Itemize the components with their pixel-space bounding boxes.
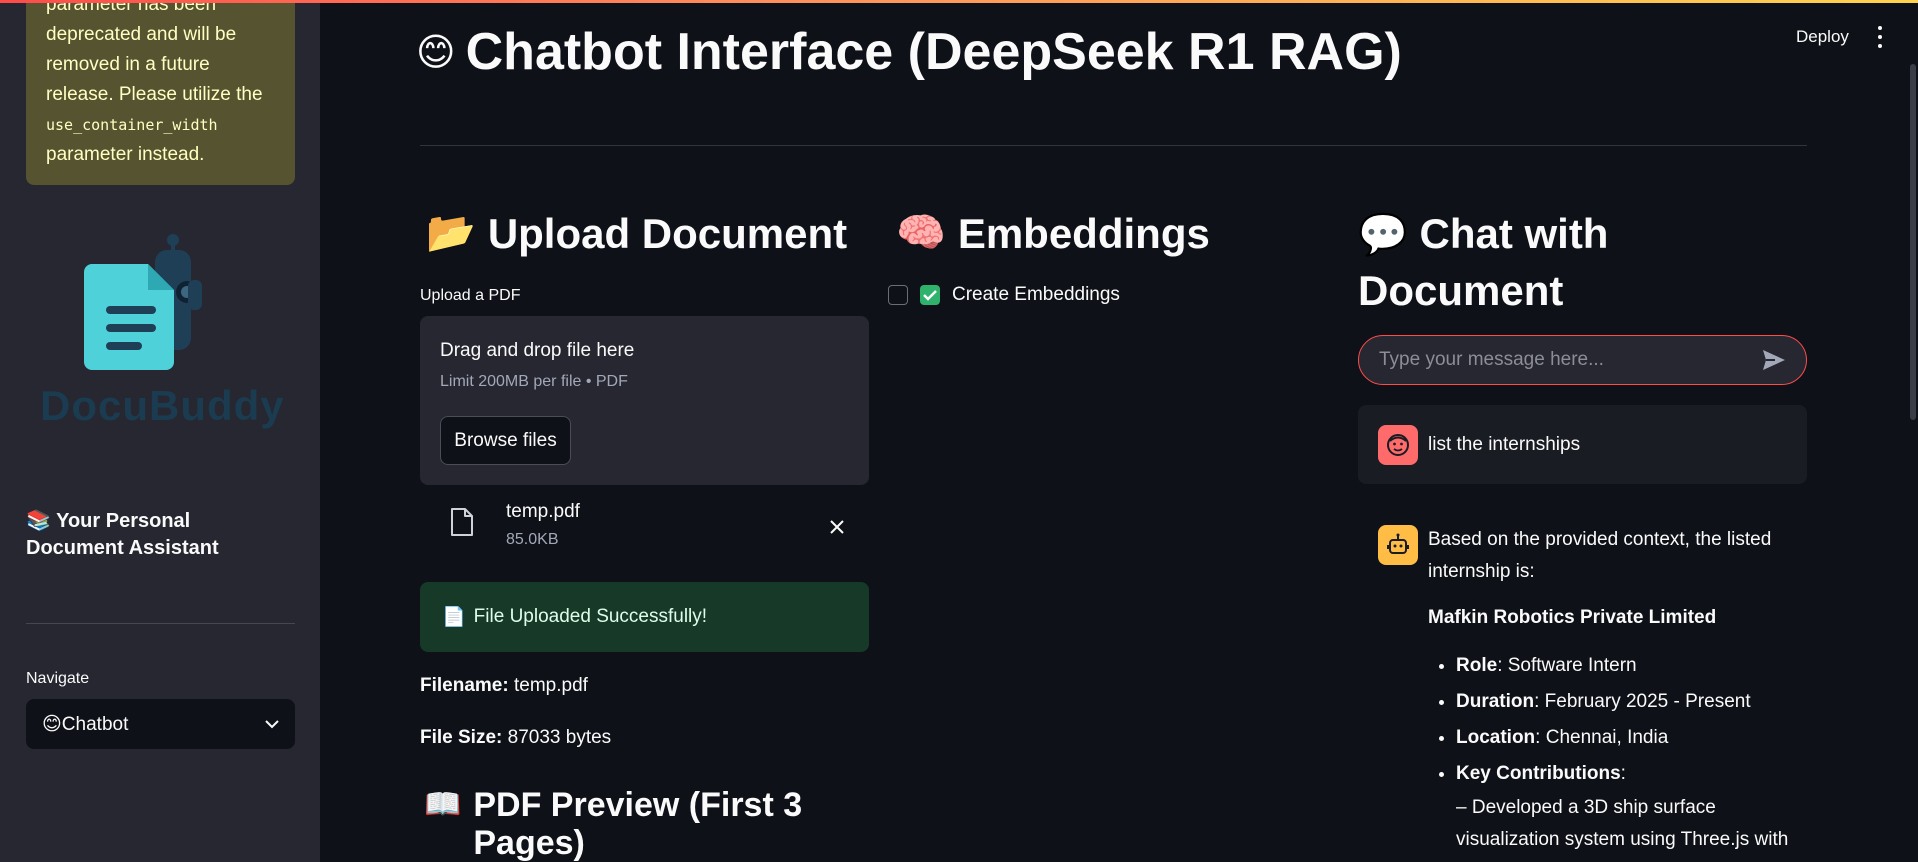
file-dropzone[interactable]: Drag and drop file here Limit 200MB per … xyxy=(420,316,869,485)
list-item: Location: Chennai, India xyxy=(1456,720,1808,756)
title-divider xyxy=(420,145,1807,146)
filename-value: temp.pdf xyxy=(513,675,588,696)
assistant-message: Based on the provided context, the liste… xyxy=(1428,524,1808,856)
navigate-select[interactable]: 😊Chatbot xyxy=(26,699,295,749)
sidebar: parameter has been deprecated and will b… xyxy=(0,0,320,862)
upload-success-alert: 📄 File Uploaded Successfully! xyxy=(420,582,869,652)
success-text: File Uploaded Successfully! xyxy=(473,606,708,627)
chevron-down-icon xyxy=(265,719,279,728)
warning-code: use_container_width xyxy=(46,116,218,134)
smiley-icon: 😊 xyxy=(416,31,456,74)
logo-wordmark: DocuBuddy xyxy=(40,382,285,429)
checkbox-box[interactable] xyxy=(888,285,908,305)
create-embeddings-checkbox[interactable]: Create Embeddings xyxy=(888,284,1120,306)
warning-text: parameter has been deprecated and will b… xyxy=(46,0,263,105)
embeddings-heading: 🧠 Embeddings xyxy=(896,206,1210,261)
filesize-label: File Size: xyxy=(420,727,503,748)
document-icon: 📄 xyxy=(442,607,466,628)
user-message-text: list the internships xyxy=(1428,434,1581,455)
speech-bubble-icon: 💬 xyxy=(1358,213,1408,257)
chat-input[interactable] xyxy=(1379,349,1762,371)
checkbox-label: Create Embeddings xyxy=(952,284,1120,305)
check-mark-icon xyxy=(920,285,940,305)
docubuddy-logo: DocuBuddy xyxy=(40,232,285,432)
scrollbar-thumb[interactable] xyxy=(1910,64,1916,420)
close-icon[interactable] xyxy=(829,519,845,535)
pdf-preview-heading: 📖 PDF Preview (First 3 Pages) xyxy=(424,786,824,862)
list-item: Key Contributions: – Developed a 3D ship… xyxy=(1456,756,1808,856)
send-icon[interactable] xyxy=(1762,349,1786,371)
assistant-avatar-icon xyxy=(1378,525,1418,565)
upload-heading-text: Upload Document xyxy=(487,210,848,257)
filename-label: Filename: xyxy=(420,675,509,696)
dropzone-title: Drag and drop file here xyxy=(440,340,635,361)
chat-heading: 💬 Chat with Document xyxy=(1358,206,1808,318)
deprecation-warning: parameter has been deprecated and will b… xyxy=(26,0,295,185)
navigate-selected-value: 😊Chatbot xyxy=(42,713,129,735)
uploaded-file-row: temp.pdf 85.0KB xyxy=(420,497,869,557)
uploaded-file-size: 85.0KB xyxy=(506,531,559,548)
user-message: list the internships xyxy=(1358,405,1807,484)
chat-heading-text: 💬 Chat with Document xyxy=(1358,210,1609,314)
embeddings-heading-text: Embeddings xyxy=(957,210,1210,257)
navigate-label: Navigate xyxy=(26,670,90,687)
assistant-intro: Based on the provided context, the liste… xyxy=(1428,529,1772,582)
user-avatar-icon xyxy=(1378,425,1418,465)
upload-heading: 📂 Upload Document xyxy=(426,206,847,261)
dropzone-limit: Limit 200MB per file • PDF xyxy=(440,373,628,390)
upload-label: Upload a PDF xyxy=(420,287,521,304)
page-title-text: Chatbot Interface (DeepSeek R1 RAG) xyxy=(465,23,1402,81)
page-title: 😊 Chatbot Interface (DeepSeek R1 RAG) xyxy=(416,22,1402,82)
filesize-meta: File Size: 87033 bytes xyxy=(420,727,611,749)
filesize-value: 87033 bytes xyxy=(507,727,612,748)
deploy-button[interactable]: Deploy xyxy=(1796,27,1849,47)
sidebar-divider xyxy=(26,623,295,624)
warning-text-end: parameter instead. xyxy=(46,144,205,165)
filename-meta: Filename: temp.pdf xyxy=(420,675,588,697)
contribution-text: – Developed a 3D ship surface visualizat… xyxy=(1456,797,1789,850)
pdf-preview-heading-text: PDF Preview (First 3 Pages) xyxy=(473,786,803,862)
internship-details: Role: Software Intern Duration: February… xyxy=(1428,648,1808,856)
file-icon xyxy=(451,508,473,536)
brain-icon: 🧠 xyxy=(896,211,946,255)
list-item: Role: Software Intern xyxy=(1456,648,1808,684)
document-robot-icon xyxy=(84,234,202,370)
browse-files-button[interactable]: Browse files xyxy=(440,416,571,465)
folder-icon: 📂 xyxy=(426,211,476,255)
top-decoration-bar xyxy=(0,0,1918,3)
book-icon: 📖 xyxy=(424,788,462,821)
list-item: Duration: February 2025 - Present xyxy=(1456,684,1808,720)
chat-input-box[interactable] xyxy=(1358,335,1807,385)
uploaded-file-name: temp.pdf xyxy=(506,501,580,522)
sidebar-tagline: 📚 Your Personal Document Assistant xyxy=(26,510,219,559)
main-menu-icon[interactable] xyxy=(1872,26,1888,48)
company-name: Mafkin Robotics Private Limited xyxy=(1428,607,1717,628)
